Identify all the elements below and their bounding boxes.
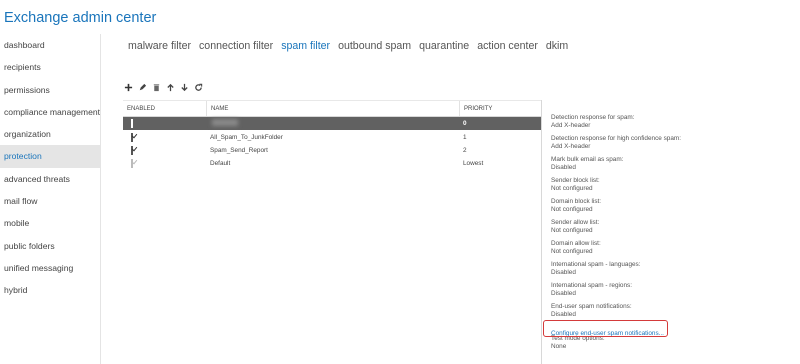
detail-label: Detection response for high confidence s… [551,135,682,142]
detail-label: Domain allow list: [551,240,601,247]
sidebar-item-recipients[interactable]: recipients [0,56,100,78]
name-cell: Spam_Send_Report [210,146,268,154]
table-row[interactable]: Default Lowest [123,157,541,170]
detail-label: Mark bulk email as spam: [551,156,624,163]
sidebar-item-compliance-management[interactable]: compliance management [0,101,100,123]
sidebar-item-permissions[interactable]: permissions [0,79,100,101]
sidebar-item-hybrid[interactable]: hybrid [0,279,100,301]
app-title: Exchange admin center [4,10,157,26]
detail-value: Not configured [551,247,593,255]
rules-grid: ENABLED NAME PRIORITY 0 All_Spam_To_Junk… [123,100,541,171]
detail-value: Disabled [551,163,576,171]
detail-label: Sender allow list: [551,219,600,226]
add-icon[interactable] [124,82,133,92]
refresh-icon[interactable] [194,82,203,92]
priority-cell: Lowest [463,160,484,168]
sidebar-item-advanced-threats[interactable]: advanced threats [0,168,100,190]
priority-cell: 2 [463,146,467,154]
enabled-checkbox[interactable] [131,119,133,129]
tab-outbound-spam[interactable]: outbound spam [338,40,411,52]
tab-bar: malware filter connection filter spam fi… [128,40,576,52]
detail-value: Add X-header [551,142,591,150]
detail-value: Disabled [551,289,576,297]
tab-dkim[interactable]: dkim [546,40,568,52]
sidebar-item-protection[interactable]: protection [0,145,100,168]
detail-label: Detection response for spam: [551,114,635,121]
sidebar: dashboard recipients permissions complia… [0,34,101,364]
sidebar-item-mail-flow[interactable]: mail flow [0,190,100,212]
tab-malware-filter[interactable]: malware filter [128,40,191,52]
detail-label: Domain block list: [551,198,602,205]
detail-value: Add X-header [551,121,591,129]
detail-value: None [551,342,567,350]
sidebar-item-organization[interactable]: organization [0,123,100,145]
move-down-icon[interactable] [180,82,189,92]
enabled-checkbox [131,159,133,169]
edit-icon[interactable] [138,82,147,92]
enabled-checkbox[interactable] [131,132,133,142]
grid-header: ENABLED NAME PRIORITY [123,100,541,117]
delete-icon[interactable] [152,82,161,92]
tab-quarantine[interactable]: quarantine [419,40,469,52]
detail-label: International spam - regions: [551,282,632,289]
detail-label: End-user spam notifications: [551,303,632,310]
name-cell: All_Spam_To_JunkFolder [210,133,283,141]
table-row[interactable]: Spam_Send_Report 2 [123,144,541,157]
priority-cell: 1 [463,133,467,141]
enabled-checkbox[interactable] [131,145,133,155]
detail-value: Not configured [551,184,593,192]
table-row[interactable]: 0 [123,117,541,131]
toolbar [124,82,203,92]
sidebar-item-dashboard[interactable]: dashboard [0,34,100,56]
redacted-name [212,119,238,127]
column-header-name[interactable]: NAME [206,101,459,116]
column-header-priority[interactable]: PRIORITY [459,101,541,116]
details-divider [541,100,542,364]
table-row[interactable]: All_Spam_To_JunkFolder 1 [123,130,541,143]
priority-cell: 0 [463,120,467,128]
sidebar-item-unified-messaging[interactable]: unified messaging [0,257,100,279]
highlight-box [543,320,668,337]
detail-value: Not configured [551,205,593,213]
detail-label: International spam - languages: [551,261,641,268]
detail-value: Not configured [551,226,593,234]
tab-action-center[interactable]: action center [477,40,538,52]
sidebar-item-mobile[interactable]: mobile [0,212,100,234]
detail-value: Disabled [551,268,576,276]
name-cell: Default [210,160,231,168]
move-up-icon[interactable] [166,82,175,92]
detail-label: Sender block list: [551,177,600,184]
sidebar-item-public-folders[interactable]: public folders [0,235,100,257]
tab-spam-filter[interactable]: spam filter [281,40,330,52]
column-header-enabled[interactable]: ENABLED [123,101,206,116]
detail-value: Disabled [551,310,576,318]
tab-connection-filter[interactable]: connection filter [199,40,273,52]
